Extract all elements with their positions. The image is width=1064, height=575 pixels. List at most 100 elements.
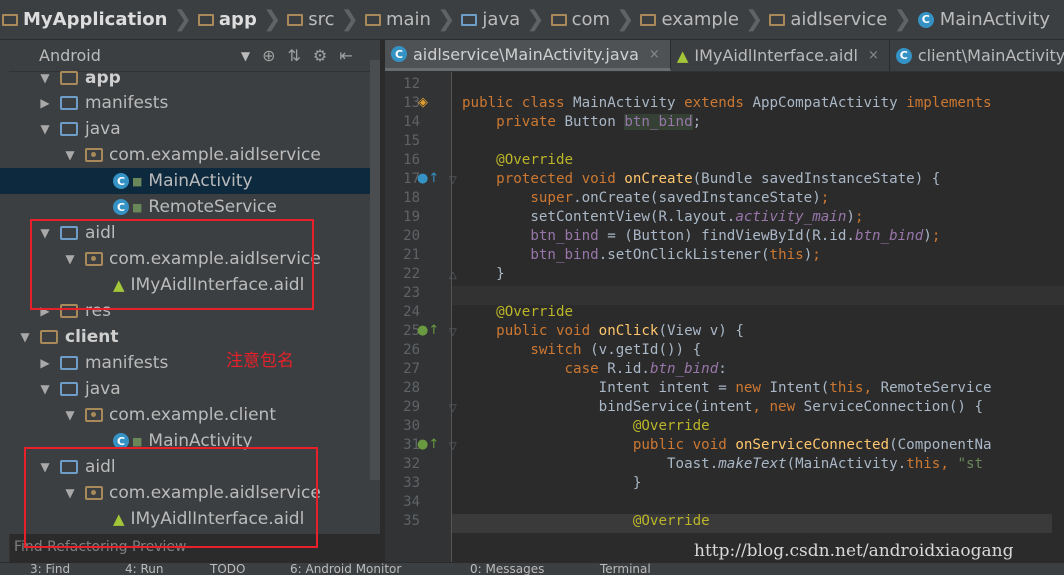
line-number: 34	[403, 494, 420, 510]
package-icon	[550, 13, 567, 26]
package-icon	[640, 13, 657, 26]
caret-row-highlight	[452, 286, 1064, 305]
collapse-icon[interactable]: ⇅	[288, 46, 301, 65]
tree-node-app[interactable]: ▼ app	[38, 65, 120, 91]
lock-icon: ■	[132, 174, 143, 188]
expand-arrow-icon[interactable]: ▼	[63, 148, 77, 162]
breadcrumb-item-aidlservice[interactable]: aidlservice ❯	[769, 0, 917, 40]
tab-service-mainactivity[interactable]: C aidlservice\MainActivity.java ×	[385, 40, 671, 71]
hide-panel-icon[interactable]: ⇤	[339, 46, 352, 65]
tool-tab-run[interactable]: 4: Run	[125, 563, 164, 575]
tree-node-client[interactable]: ▼ client	[18, 324, 118, 350]
close-icon[interactable]: ×	[868, 48, 879, 63]
gear-icon[interactable]: ⚙	[313, 46, 327, 65]
class-icon: C	[391, 46, 407, 62]
line-number: 16	[403, 152, 420, 168]
code-line: }	[462, 266, 505, 282]
tab-aidl-interface[interactable]: ▲ IMyAidlInterface.aidl ×	[671, 40, 890, 71]
android-icon: ▲	[676, 46, 689, 65]
tree-node-remoteservice[interactable]: C ■ RemoteService	[113, 194, 277, 220]
tree-node-package[interactable]: ▼ com.example.aidlservice	[63, 142, 320, 168]
source-folder-icon	[461, 13, 478, 26]
editor-tab-bar: C aidlservice\MainActivity.java × ▲ IMyA…	[385, 40, 1064, 72]
fold-icon[interactable]: ▽	[449, 175, 457, 186]
tree-node-client-manifests[interactable]: ▶ manifests	[38, 350, 168, 376]
expand-arrow-icon[interactable]: ▼	[38, 382, 52, 396]
code-line: switch (v.getId()) {	[530, 342, 702, 358]
module-folder-icon	[40, 330, 58, 344]
tree-node-mainactivity[interactable]: C ■ MainActivity	[0, 168, 371, 194]
line-number: 15	[403, 133, 420, 149]
line-number: 13	[403, 95, 420, 111]
line-number: 30	[403, 418, 420, 434]
tree-node-client-package[interactable]: ▼ com.example.client	[63, 402, 276, 428]
folder-icon	[287, 13, 304, 26]
breadcrumb-item-mainactivity[interactable]: C MainActivity	[917, 0, 1050, 40]
class-marker-icon[interactable]: ◈	[418, 95, 428, 110]
code-line: btn_bind.setOnClickListener(this);	[530, 247, 821, 263]
collapsed-arrow-icon[interactable]: ▶	[38, 356, 52, 370]
tab-client-mainactivity[interactable]: C client\MainActivity.java ×	[890, 40, 1064, 71]
implements-marker-icon[interactable]: ●↑	[417, 437, 439, 452]
implements-marker-icon[interactable]: ●↑	[417, 323, 439, 338]
annotation-box-client	[24, 447, 318, 548]
line-number: 25	[403, 323, 420, 339]
code-line: public void onServiceConnected(Component…	[632, 437, 992, 453]
expand-arrow-icon[interactable]: ▼	[38, 71, 52, 85]
folder-icon	[60, 122, 78, 136]
project-view-selector[interactable]: Android	[39, 46, 101, 65]
line-number: 14	[403, 114, 420, 130]
collapsed-arrow-icon[interactable]: ▶	[38, 96, 52, 110]
breadcrumb: MyApplication ❯ app ❯ src ❯ main ❯ java ❯ com…	[0, 0, 1064, 40]
line-number: 31	[403, 437, 420, 453]
tool-tab-terminal[interactable]: Terminal	[600, 563, 651, 575]
chevron-down-icon[interactable]: ▼	[241, 49, 250, 63]
code-line: setContentView(R.layout.activity_main);	[462, 209, 864, 225]
close-icon[interactable]: ×	[649, 47, 660, 62]
annotation-note: 注意包名	[226, 351, 294, 371]
breadcrumb-item-java[interactable]: java ❯	[461, 0, 550, 40]
override-marker-icon[interactable]: ●↑	[417, 171, 439, 186]
line-number: 33	[403, 475, 420, 491]
breadcrumb-item-com[interactable]: com ❯	[550, 0, 641, 40]
line-number: 23	[403, 285, 420, 301]
breadcrumb-item-src[interactable]: src ❯	[287, 0, 365, 40]
class-icon: C	[917, 11, 934, 28]
target-icon[interactable]: ⊕	[262, 46, 275, 65]
tree-node-manifests[interactable]: ▶ manifests	[38, 90, 168, 116]
fold-icon[interactable]: ▽	[449, 403, 457, 414]
code-line: protected void onCreate(Bundle savedInst…	[496, 171, 941, 187]
expand-arrow-icon[interactable]: ▼	[63, 408, 77, 422]
line-number: 27	[403, 361, 420, 377]
tool-tab-android-monitor[interactable]: 6: Android Monitor	[290, 563, 401, 575]
fold-icon[interactable]: ▽	[449, 441, 457, 452]
folder-icon	[364, 13, 381, 26]
code-line: public void onClick(View v) {	[496, 323, 744, 339]
tool-tab-messages[interactable]: 0: Messages	[470, 563, 544, 575]
project-panel-scrollbar[interactable]	[370, 60, 380, 480]
package-icon	[85, 148, 103, 162]
code-line: @Override	[496, 304, 574, 320]
tool-tab-todo[interactable]: TODO	[210, 563, 245, 575]
module-folder-icon	[60, 71, 78, 85]
tool-tab-find[interactable]: 3: Find	[30, 563, 70, 575]
expand-arrow-icon[interactable]: ▼	[18, 330, 32, 344]
tool-window-bar: 3: Find 4: Run TODO 6: Android Monitor 0…	[0, 562, 1064, 575]
breadcrumb-item-main[interactable]: main ❯	[364, 0, 461, 40]
fold-icon[interactable]: △	[449, 270, 457, 281]
tree-node-java[interactable]: ▼ java	[38, 116, 120, 142]
fold-icon[interactable]: ▽	[449, 327, 457, 338]
code-line: }	[462, 475, 642, 491]
code-line: btn_bind = (Button) findViewById(R.id.bt…	[530, 228, 941, 244]
breadcrumb-item-app[interactable]: app ❯	[197, 0, 287, 40]
line-number: 17	[403, 171, 420, 187]
line-number: 12	[403, 76, 420, 92]
annotation-box-service	[30, 219, 314, 310]
breadcrumb-item-project[interactable]: MyApplication ❯	[2, 0, 198, 40]
package-icon	[85, 408, 103, 422]
tree-node-client-java[interactable]: ▼ java	[38, 376, 120, 402]
code-line: super.onCreate(savedInstanceState);	[530, 190, 830, 206]
code-line: @Override	[632, 418, 710, 434]
breadcrumb-item-example[interactable]: example ❯	[640, 0, 769, 40]
expand-arrow-icon[interactable]: ▼	[38, 122, 52, 136]
